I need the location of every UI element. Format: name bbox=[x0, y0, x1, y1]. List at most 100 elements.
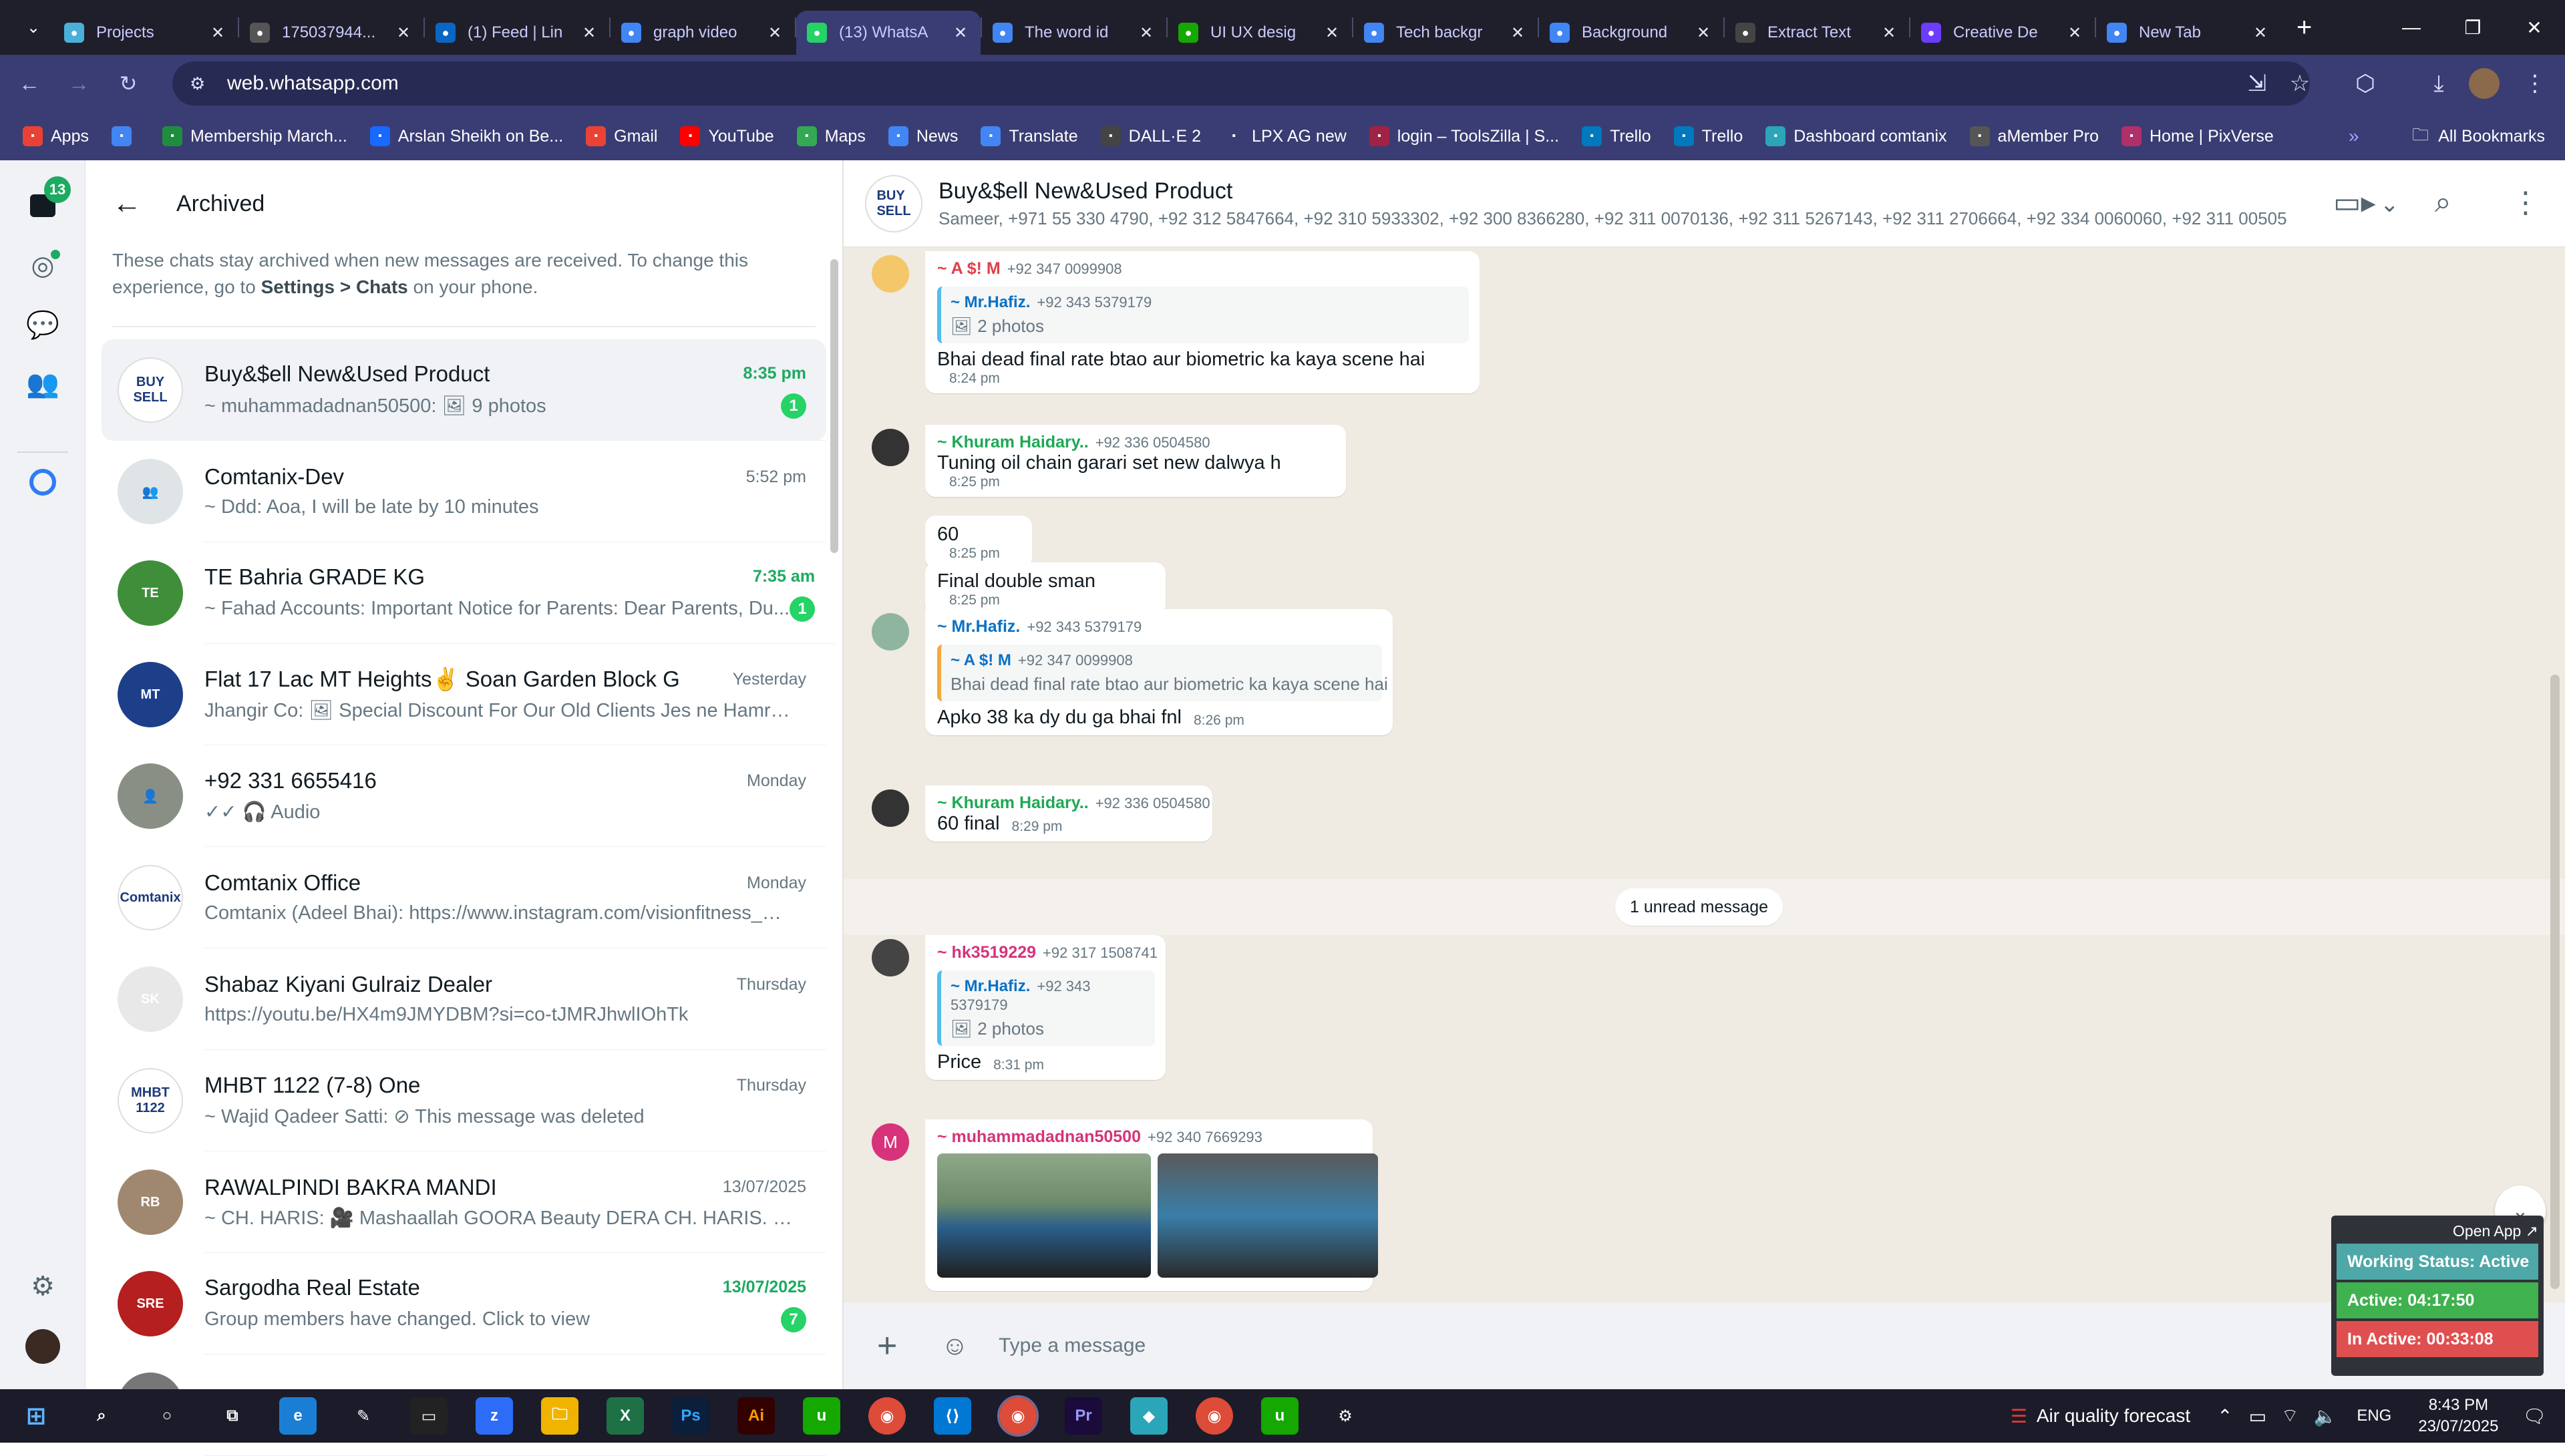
bookmark-item[interactable]: ▪ Trello bbox=[1673, 126, 1743, 146]
back-arrow-icon[interactable]: ← bbox=[112, 187, 142, 220]
message-sender[interactable]: ~ A $! M +92 347 0099908 bbox=[937, 259, 1469, 279]
air-quality-label[interactable]: Air quality forecast bbox=[2037, 1405, 2190, 1427]
quoted-message[interactable]: ~ Mr.Hafiz. +92 343 5379179 🖼 2 photos bbox=[937, 287, 1469, 343]
close-tab-icon[interactable]: ✕ bbox=[394, 23, 413, 43]
message-bubble[interactable]: ~ Khuram Haidary.. +92 336 0504580 60 fina… bbox=[925, 785, 1212, 842]
volume-icon[interactable]: 🔈 bbox=[2313, 1405, 2337, 1427]
sender-avatar[interactable] bbox=[872, 613, 909, 651]
profile-avatar[interactable] bbox=[2469, 68, 2500, 99]
video-call-icon[interactable]: ▭▸ bbox=[2333, 186, 2376, 220]
close-tab-icon[interactable]: ✕ bbox=[765, 23, 784, 43]
reload-icon[interactable]: ↻ bbox=[108, 63, 148, 104]
upwork-2-icon[interactable]: u bbox=[1261, 1397, 1299, 1435]
task-view-icon[interactable]: ⧉ bbox=[214, 1397, 251, 1435]
browser-tab[interactable]: ● Projects ✕ bbox=[53, 12, 238, 53]
sticker-icon[interactable]: ☺ bbox=[941, 1331, 981, 1361]
message-bubble[interactable]: ~ muhammadadnan50500 +92 340 7669293 bbox=[925, 1119, 1378, 1291]
network-icon[interactable]: ▭ bbox=[2249, 1405, 2266, 1427]
message-bubble[interactable]: Final double sman8:25 pm bbox=[925, 562, 1166, 615]
message-bubble[interactable]: ~ Khuram Haidary.. +92 336 0504580 Tuning … bbox=[925, 425, 1346, 497]
notifications-icon[interactable]: 🗨 bbox=[2522, 1405, 2546, 1427]
search-icon[interactable]: ⌕ bbox=[83, 1397, 120, 1435]
bookmark-item[interactable]: ▪ login – ToolsZilla | S... bbox=[1369, 126, 1559, 146]
file-explorer-icon[interactable]: 🗀 bbox=[541, 1397, 578, 1435]
close-window-button[interactable]: ✕ bbox=[2504, 0, 2565, 55]
browser-tab[interactable]: ● graph video ✕ bbox=[611, 12, 795, 53]
settings-gear-icon[interactable]: ⚙ bbox=[1327, 1397, 1364, 1435]
message-sender[interactable]: ~ Khuram Haidary.. +92 336 0504580 bbox=[937, 433, 1335, 452]
browser-tab[interactable]: ● 175037944... ✕ bbox=[239, 12, 423, 53]
bookmark-item[interactable]: ▪ Gmail bbox=[586, 126, 657, 146]
sender-avatar[interactable] bbox=[872, 255, 909, 293]
all-bookmarks-button[interactable]: 🗀 All Bookmarks bbox=[2412, 112, 2545, 160]
bookmark-item[interactable]: ▪ Membership March... bbox=[162, 126, 347, 146]
close-tab-icon[interactable]: ✕ bbox=[2251, 23, 2270, 43]
close-tab-icon[interactable]: ✕ bbox=[1880, 23, 1898, 43]
sender-avatar[interactable] bbox=[872, 789, 909, 827]
bookmark-item[interactable]: ▪ YouTube bbox=[680, 126, 774, 146]
message-sender[interactable]: ~ muhammadadnan50500 +92 340 7669293 bbox=[937, 1127, 1362, 1147]
new-tab-button[interactable]: + bbox=[2296, 13, 2312, 43]
menu-icon[interactable]: ⋮ bbox=[2511, 186, 2540, 220]
settings-nav-button[interactable]: ⚙ bbox=[23, 1266, 63, 1306]
message-sender[interactable]: ~ Mr.Hafiz. +92 343 5379179 bbox=[937, 617, 1382, 636]
message-bubble[interactable]: ~ A $! M +92 347 0099908 ~ Mr.Hafiz. +92 34… bbox=[925, 251, 1480, 393]
close-tab-icon[interactable]: ✕ bbox=[1323, 23, 1341, 43]
close-tab-icon[interactable]: ✕ bbox=[208, 23, 227, 43]
conversation-header[interactable]: BUY SELL Buy&$ell New&Used Product Sameer… bbox=[844, 160, 2565, 247]
photoshop-icon[interactable]: Ps bbox=[672, 1397, 709, 1435]
close-tab-icon[interactable]: ✕ bbox=[2065, 23, 2084, 43]
chat-list-item[interactable]: BUY SELL Buy&$ell New&Used Product 8:35 pm… bbox=[102, 339, 826, 441]
close-tab-icon[interactable]: ✕ bbox=[951, 23, 970, 43]
close-tab-icon[interactable]: ✕ bbox=[1137, 23, 1156, 43]
air-quality-icon[interactable]: ☰ bbox=[2011, 1405, 2027, 1427]
address-bar[interactable]: ⚙ web.whatsapp.com bbox=[172, 61, 2310, 106]
bookmark-item[interactable]: ▪ Home | PixVerse bbox=[2121, 126, 2274, 146]
bookmark-item[interactable]: ▪ Apps bbox=[23, 126, 89, 146]
sender-avatar[interactable] bbox=[872, 939, 909, 976]
downloads-icon[interactable]: ⤓ bbox=[2421, 65, 2457, 102]
browser-tab[interactable]: ● New Tab ✕ bbox=[2096, 12, 2280, 53]
more-bookmarks-icon[interactable]: » bbox=[2349, 112, 2359, 160]
wifi-icon[interactable]: ⌔ bbox=[2281, 1405, 2298, 1428]
chrome-profile-icon[interactable]: ◉ bbox=[1196, 1397, 1233, 1435]
browser-tab[interactable]: ● (13) WhatsA ✕ bbox=[796, 11, 981, 55]
browser-tab[interactable]: ● Background ✕ bbox=[1539, 12, 1723, 53]
illustrator-icon[interactable]: Ai bbox=[737, 1397, 775, 1435]
bookmark-item[interactable]: ▪ Arslan Sheikh on Be... bbox=[369, 126, 563, 146]
photo-motorcycle-2[interactable] bbox=[1158, 1153, 1378, 1278]
browser-tab[interactable]: ● Extract Text ✕ bbox=[1725, 12, 1909, 53]
attach-plus-icon[interactable]: + bbox=[877, 1326, 917, 1366]
quoted-message[interactable]: ~ A $! M +92 347 0099908 Bhai dead final r… bbox=[937, 645, 1388, 701]
close-tab-icon[interactable]: ✕ bbox=[580, 23, 598, 43]
windows-start-icon[interactable]: ⊞ bbox=[17, 1397, 55, 1435]
message-input[interactable]: Type a message bbox=[999, 1334, 1146, 1357]
app-icon[interactable]: ◆ bbox=[1130, 1397, 1168, 1435]
browser-tab[interactable]: ● Tech backgr ✕ bbox=[1353, 12, 1538, 53]
restore-button[interactable]: ❐ bbox=[2442, 0, 2504, 55]
bookmark-item[interactable]: ▪ DALL·E 2 bbox=[1100, 126, 1201, 146]
search-icon[interactable]: ⌕ bbox=[2435, 186, 2451, 219]
bookmark-item[interactable]: ▪ News bbox=[888, 126, 958, 146]
sender-avatar[interactable] bbox=[872, 429, 909, 466]
chat-list-item[interactable]: RB RAWALPINDI BAKRA MANDI 13/07/2025 ~ CH. … bbox=[102, 1151, 826, 1253]
extensions-icon[interactable]: ⬡ bbox=[2347, 65, 2383, 102]
communities-nav-button[interactable]: 👥 bbox=[23, 363, 63, 403]
message-sender[interactable]: ~ hk3519229 +92 317 1508741 bbox=[937, 943, 1158, 962]
premiere-icon[interactable]: Pr bbox=[1065, 1397, 1102, 1435]
chrome-menu-icon[interactable]: ⋮ bbox=[2517, 65, 2553, 102]
chat-list-item[interactable]: TE TE Bahria GRADE KG 7:35 am ~ Fahad Accou… bbox=[102, 542, 836, 644]
language-indicator[interactable]: ENG bbox=[2357, 1407, 2391, 1425]
bookmark-star-icon[interactable]: ☆ bbox=[2282, 65, 2318, 102]
sender-avatar[interactable]: M bbox=[872, 1123, 909, 1161]
channels-nav-button[interactable]: 💬 bbox=[23, 305, 63, 345]
bookmark-item[interactable]: ▪ aMember Pro bbox=[1969, 126, 2099, 146]
zoom-icon[interactable]: z bbox=[476, 1397, 513, 1435]
chats-nav-button[interactable]: 13 bbox=[23, 176, 71, 226]
browser-tab[interactable]: ● Creative De ✕ bbox=[1910, 12, 2095, 53]
excel-icon[interactable]: X bbox=[607, 1397, 644, 1435]
chat-list-item[interactable]: SRE Sargodha Real Estate 13/07/2025 Group m… bbox=[102, 1253, 826, 1354]
chat-list-scrollbar[interactable] bbox=[830, 259, 838, 553]
chrome-active-icon[interactable]: ◉ bbox=[997, 1395, 1039, 1437]
forward-icon[interactable]: → bbox=[59, 63, 99, 104]
